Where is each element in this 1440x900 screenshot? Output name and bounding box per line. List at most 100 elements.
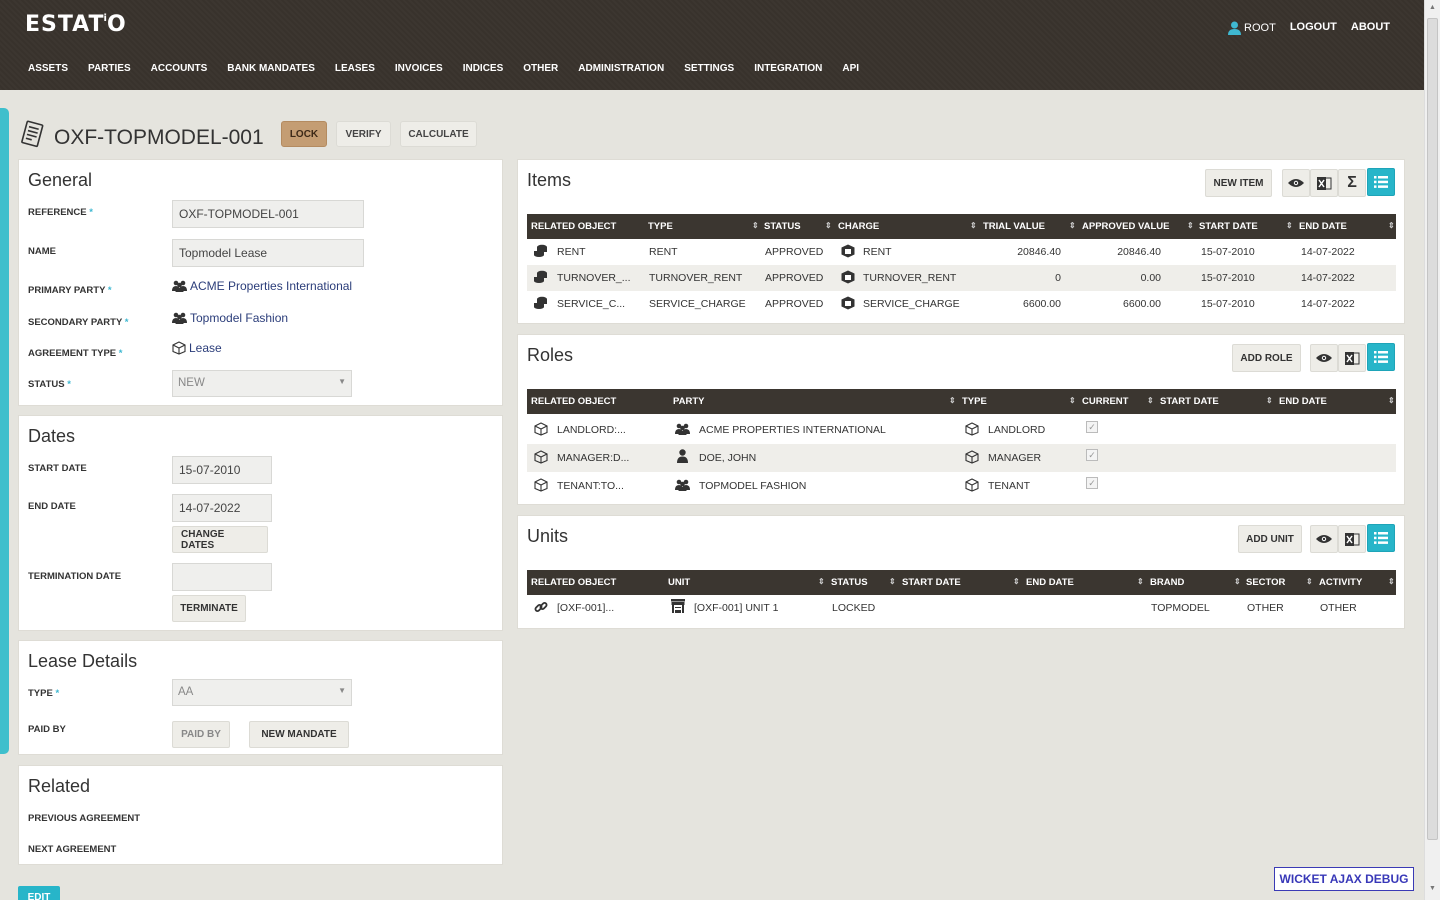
user-name[interactable]: ROOT xyxy=(1244,22,1276,34)
col-related-object[interactable]: RELATED OBJECT xyxy=(531,396,616,407)
show-all-button[interactable] xyxy=(1310,344,1338,372)
show-all-button[interactable] xyxy=(1310,525,1338,553)
secondary-party-link[interactable]: Topmodel Fashion xyxy=(172,311,288,325)
export-excel-button[interactable] xyxy=(1310,169,1338,197)
add-role-button[interactable]: ADD ROLE xyxy=(1232,344,1301,372)
about-link[interactable]: ABOUT xyxy=(1351,21,1390,35)
col-start-date[interactable]: START DATE xyxy=(1160,396,1219,407)
calculate-button[interactable]: CALCULATE xyxy=(400,121,477,147)
nav-parties[interactable]: PARTIES xyxy=(88,63,131,74)
col-status[interactable]: STATUS xyxy=(764,221,801,232)
col-trial-value[interactable]: TRIAL VALUE xyxy=(983,221,1045,232)
scroll-up-icon[interactable]: ▲ xyxy=(1429,4,1436,11)
col-sector[interactable]: SECTOR xyxy=(1246,577,1285,588)
change-dates-button[interactable]: CHANGE DATES xyxy=(172,526,268,553)
add-unit-button[interactable]: ADD UNIT xyxy=(1238,525,1302,553)
logout-link[interactable]: LOGOUT xyxy=(1290,21,1337,35)
wicket-ajax-debug-link[interactable]: WICKET AJAX DEBUG xyxy=(1274,867,1414,891)
col-start-date[interactable]: START DATE xyxy=(902,577,961,588)
nav-settings[interactable]: SETTINGS xyxy=(684,63,734,74)
col-start-date[interactable]: START DATE xyxy=(1199,221,1258,232)
scrollbar-thumb[interactable] xyxy=(1427,18,1438,840)
sort-icon[interactable]: ⇕ xyxy=(1266,396,1273,405)
sort-icon[interactable]: ⇕ xyxy=(889,577,896,586)
sort-icon[interactable]: ⇕ xyxy=(1069,221,1076,230)
col-charge[interactable]: CHARGE xyxy=(838,221,879,232)
col-status[interactable]: STATUS xyxy=(831,577,868,588)
col-current[interactable]: CURRENT xyxy=(1082,396,1128,407)
nav-bank-mandates[interactable]: BANK MANDATES xyxy=(227,63,315,74)
paid-by-button[interactable]: PAID BY xyxy=(172,721,230,748)
sort-icon[interactable]: ⇕ xyxy=(752,221,759,230)
nav-accounts[interactable]: ACCOUNTS xyxy=(151,63,208,74)
col-end-date[interactable]: END DATE xyxy=(1299,221,1347,232)
sort-icon[interactable]: ⇕ xyxy=(1388,396,1395,405)
sort-icon[interactable]: ⇕ xyxy=(1286,221,1293,230)
termination-date-field[interactable] xyxy=(172,563,272,591)
col-unit[interactable]: UNIT xyxy=(668,577,690,588)
current-checkbox[interactable]: ✓ xyxy=(1086,449,1098,461)
current-checkbox[interactable]: ✓ xyxy=(1086,477,1098,489)
agreement-type-link[interactable]: Lease xyxy=(172,341,222,355)
start-date-field[interactable]: 15-07-2010 xyxy=(172,456,272,484)
verify-button[interactable]: VERIFY xyxy=(336,121,391,147)
table-row[interactable]: SERVICE_C... SERVICE_CHARGE APPROVED SER… xyxy=(527,291,1396,317)
name-field[interactable]: Topmodel Lease xyxy=(172,239,364,267)
lease-type-select[interactable]: AA ▼ xyxy=(172,679,352,706)
current-checkbox[interactable]: ✓ xyxy=(1086,421,1098,433)
table-row[interactable]: MANAGER:D... DOE, JOHN MANAGER ✓ xyxy=(527,444,1396,472)
sort-icon[interactable]: ⇕ xyxy=(1013,577,1020,586)
sort-icon[interactable]: ⇕ xyxy=(1234,577,1241,586)
export-excel-button[interactable] xyxy=(1338,344,1366,372)
sort-icon[interactable]: ⇕ xyxy=(949,396,956,405)
sort-icon[interactable]: ⇕ xyxy=(1306,577,1313,586)
col-related-object[interactable]: RELATED OBJECT xyxy=(531,221,616,232)
table-view-button[interactable] xyxy=(1367,524,1395,552)
reference-field[interactable]: OXF-TOPMODEL-001 xyxy=(172,200,364,228)
sort-icon[interactable]: ⇕ xyxy=(1187,221,1194,230)
table-row[interactable]: TURNOVER_... TURNOVER_RENT APPROVED TURN… xyxy=(527,265,1396,291)
col-end-date[interactable]: END DATE xyxy=(1026,577,1074,588)
col-end-date[interactable]: END DATE xyxy=(1279,396,1327,407)
table-row[interactable]: RENT RENT APPROVED RENT 20846.40 20846.4… xyxy=(527,239,1396,265)
lock-button[interactable]: LOCK xyxy=(281,121,327,147)
primary-party-link[interactable]: ACME Properties International xyxy=(172,279,352,293)
table-row[interactable]: TENANT:TO... TOPMODEL FASHION TENANT ✓ xyxy=(527,472,1396,499)
nav-other[interactable]: OTHER xyxy=(523,63,558,74)
totals-button[interactable]: Σ xyxy=(1338,169,1366,197)
col-related-object[interactable]: RELATED OBJECT xyxy=(531,577,616,588)
nav-integration[interactable]: INTEGRATION xyxy=(754,63,822,74)
sort-icon[interactable]: ⇕ xyxy=(1388,577,1395,586)
edit-button[interactable]: EDIT xyxy=(18,886,60,900)
show-all-button[interactable] xyxy=(1282,169,1310,197)
end-date-field[interactable]: 14-07-2022 xyxy=(172,494,272,522)
table-row[interactable]: LANDLORD:... ACME PROPERTIES INTERNATION… xyxy=(527,417,1396,444)
col-activity[interactable]: ACTIVITY xyxy=(1319,577,1362,588)
vertical-scrollbar[interactable]: ▲ ▼ xyxy=(1424,0,1440,900)
col-party[interactable]: PARTY xyxy=(673,396,705,407)
nav-api[interactable]: API xyxy=(842,63,859,74)
user-menu[interactable]: ROOT xyxy=(1228,21,1276,35)
nav-indices[interactable]: INDICES xyxy=(463,63,504,74)
sort-icon[interactable]: ⇕ xyxy=(1147,396,1154,405)
sort-icon[interactable]: ⇕ xyxy=(970,221,977,230)
sort-icon[interactable]: ⇕ xyxy=(1137,577,1144,586)
nav-assets[interactable]: ASSETS xyxy=(28,63,68,74)
col-type[interactable]: TYPE xyxy=(962,396,987,407)
status-select[interactable]: NEW ▼ xyxy=(172,370,352,397)
col-type[interactable]: TYPE xyxy=(648,221,673,232)
app-logo[interactable]: ESTATiO xyxy=(25,12,127,37)
new-item-button[interactable]: NEW ITEM xyxy=(1205,169,1272,197)
export-excel-button[interactable] xyxy=(1338,525,1366,553)
table-row[interactable]: [OXF-001]... [OXF-001] UNIT 1 LOCKED TOP… xyxy=(527,595,1396,621)
new-mandate-button[interactable]: NEW MANDATE xyxy=(249,721,349,748)
nav-administration[interactable]: ADMINISTRATION xyxy=(578,63,664,74)
col-approved-value[interactable]: APPROVED VALUE xyxy=(1082,221,1169,232)
table-view-button[interactable] xyxy=(1367,168,1395,196)
sort-icon[interactable]: ⇕ xyxy=(818,577,825,586)
sort-icon[interactable]: ⇕ xyxy=(1388,221,1395,230)
col-brand[interactable]: BRAND xyxy=(1150,577,1184,588)
nav-leases[interactable]: LEASES xyxy=(335,63,375,74)
nav-invoices[interactable]: INVOICES xyxy=(395,63,443,74)
scroll-down-icon[interactable]: ▼ xyxy=(1429,885,1436,892)
